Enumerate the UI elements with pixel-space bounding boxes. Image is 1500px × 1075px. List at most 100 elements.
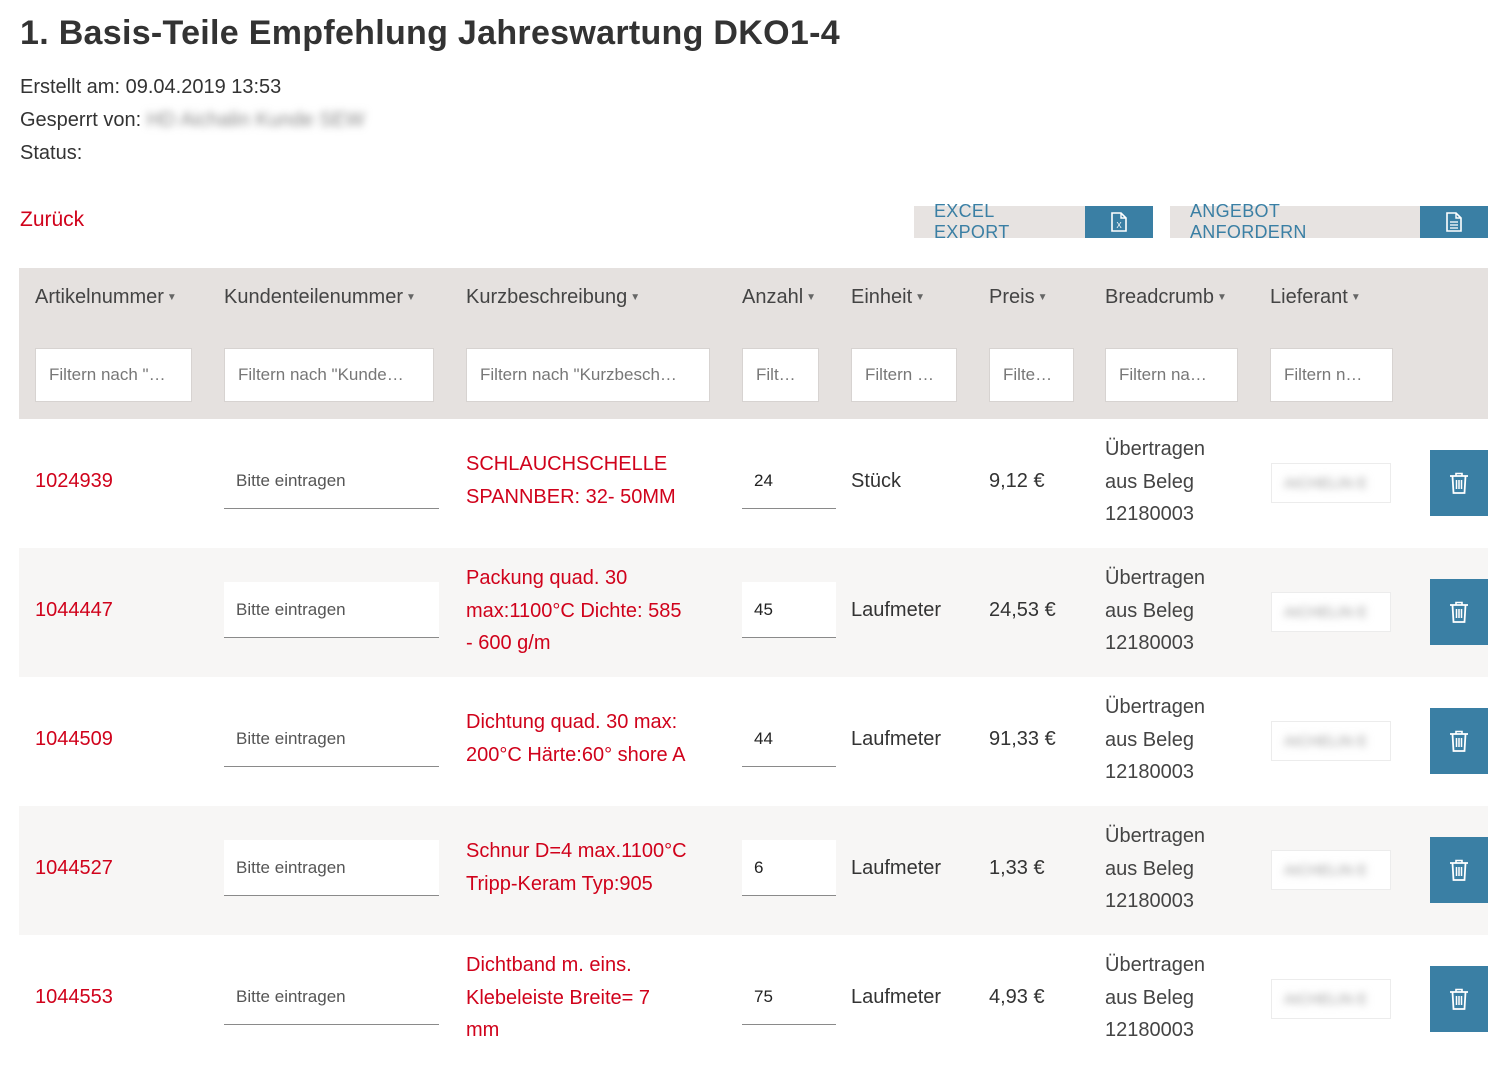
trash-icon (1450, 601, 1468, 623)
caret-down-icon: ▼ (630, 292, 641, 304)
unit-value: Laufmeter (851, 857, 942, 879)
breadcrumb-line: aus Beleg (1105, 857, 1194, 880)
short-description[interactable]: Dichtung quad. 30 max: 200°C Härte:60° s… (466, 706, 716, 771)
table-row: 1044447 Packung quad. 30 max:1100°C Dich… (19, 548, 1488, 677)
supplier-value: AICHELIN E (1284, 474, 1368, 492)
supplier-select[interactable]: AICHELIN E (1271, 721, 1391, 761)
supplier-select[interactable]: AICHELIN E (1271, 592, 1391, 632)
column-header-label: Kurzbeschreibung (466, 286, 628, 308)
column-header-label: Breadcrumb (1105, 286, 1214, 308)
filter-input-breadcrumb[interactable] (1105, 348, 1238, 402)
column-header-anzahl[interactable]: Anzahl ▼ (742, 286, 816, 309)
filter-input-artikelnummer[interactable] (35, 348, 192, 402)
caret-down-icon: ▼ (806, 292, 817, 304)
table-row: 1044509 Dichtung quad. 30 max: 200°C Här… (19, 677, 1488, 806)
article-number[interactable]: 1024939 (35, 470, 113, 493)
document-icon (1420, 206, 1488, 238)
quantity-input[interactable] (742, 453, 836, 509)
column-header-kurzbeschreibung[interactable]: Kurzbeschreibung ▼ (466, 286, 640, 309)
page-title: 1. Basis-Teile Empfehlung Jahreswartung … (20, 14, 840, 52)
column-header-kundenteilenummer[interactable]: Kundenteilenummer ▼ (224, 286, 416, 309)
customer-part-input[interactable] (224, 840, 439, 896)
quantity-input[interactable] (742, 969, 836, 1025)
status-line: Status: (20, 142, 82, 165)
created-value: 09.04.2019 13:53 (125, 76, 282, 98)
column-header-einheit[interactable]: Einheit ▼ (851, 286, 925, 309)
breadcrumb-line: 12180003 (1105, 1019, 1194, 1041)
breadcrumb-value: Übertragen aus Beleg 12180003 (1105, 433, 1245, 531)
breadcrumb-line: 12180003 (1105, 503, 1194, 525)
filter-input-anzahl[interactable] (742, 348, 819, 402)
article-number[interactable]: 1044447 (35, 599, 113, 622)
breadcrumb-line: Übertragen (1105, 567, 1206, 589)
short-description[interactable]: Packung quad. 30 max:1100°C Dichte: 585 … (466, 562, 716, 660)
unit-value: Stück (851, 470, 902, 492)
quantity-input[interactable] (742, 711, 836, 767)
trash-icon (1450, 859, 1468, 881)
short-description[interactable]: SCHLAUCHSCHELLE SPANNBER: 32- 50MM (466, 448, 716, 513)
filter-input-einheit[interactable] (851, 348, 957, 402)
column-header-breadcrumb[interactable]: Breadcrumb ▼ (1105, 286, 1227, 309)
status-label: Status: (20, 142, 83, 164)
supplier-select[interactable]: AICHELIN E (1271, 850, 1391, 890)
breadcrumb-line: aus Beleg (1105, 986, 1194, 1009)
caret-down-icon: ▼ (1350, 292, 1361, 304)
short-description[interactable]: Schnur D=4 max.1100°C Tripp-Keram Typ:90… (466, 835, 716, 900)
unit-value: Laufmeter (851, 599, 942, 621)
breadcrumb-value: Übertragen aus Beleg 12180003 (1105, 691, 1245, 789)
breadcrumb-line: aus Beleg (1105, 728, 1194, 751)
price-value: 4,93 € (989, 986, 1045, 1008)
back-link[interactable]: Zurück (20, 208, 84, 232)
description-line: SCHLAUCHSCHELLE (466, 453, 668, 475)
price-value: 9,12 € (989, 470, 1045, 492)
caret-down-icon: ▼ (166, 292, 177, 304)
delete-row-button[interactable] (1430, 579, 1488, 645)
supplier-value: AICHELIN E (1284, 990, 1368, 1008)
column-header-artikelnummer[interactable]: Artikelnummer ▼ (35, 286, 177, 309)
breadcrumb-line: 12180003 (1105, 632, 1194, 654)
column-header-preis[interactable]: Preis ▼ (989, 286, 1047, 309)
delete-row-button[interactable] (1430, 837, 1488, 903)
breadcrumb-value: Übertragen aus Beleg 12180003 (1105, 820, 1245, 918)
supplier-value: AICHELIN E (1284, 861, 1368, 879)
trash-icon (1450, 988, 1468, 1010)
delete-row-button[interactable] (1430, 450, 1488, 516)
supplier-select[interactable]: AICHELIN E (1271, 979, 1391, 1019)
description-line: Tripp-Keram Typ:905 (466, 872, 653, 895)
caret-down-icon: ▼ (406, 292, 416, 304)
caret-down-icon: ▼ (1037, 292, 1048, 304)
description-line: Packung quad. 30 (466, 567, 628, 589)
locked-label: Gesperrt von: (20, 109, 142, 131)
description-line: Dichtband m. eins. (466, 954, 632, 976)
breadcrumb-line: Übertragen (1105, 696, 1206, 718)
delete-row-button[interactable] (1430, 708, 1488, 774)
filter-input-kundenteilenummer[interactable] (224, 348, 434, 402)
excel-export-button[interactable]: EXCEL EXPORT X (914, 201, 1153, 242)
column-header-label: Anzahl (742, 286, 804, 308)
breadcrumb-line: 12180003 (1105, 890, 1194, 912)
request-offer-button[interactable]: ANGEBOT ANFORDERN (1170, 201, 1488, 242)
caret-down-icon: ▼ (1216, 292, 1227, 304)
quantity-input[interactable] (742, 582, 836, 638)
description-line: Schnur D=4 max.1100°C (466, 840, 687, 862)
breadcrumb-line: Übertragen (1105, 825, 1206, 847)
breadcrumb-line: aus Beleg (1105, 599, 1194, 622)
customer-part-input[interactable] (224, 582, 439, 638)
filter-input-kurzbeschreibung[interactable] (466, 348, 710, 402)
breadcrumb-line: 12180003 (1105, 761, 1194, 783)
filter-input-preis[interactable] (989, 348, 1074, 402)
short-description[interactable]: Dichtband m. eins. Klebeleiste Breite= 7… (466, 949, 716, 1047)
article-number[interactable]: 1044527 (35, 857, 113, 880)
delete-row-button[interactable] (1430, 966, 1488, 1032)
column-header-lieferant[interactable]: Lieferant ▼ (1270, 286, 1361, 309)
quantity-input[interactable] (742, 840, 836, 896)
customer-part-input[interactable] (224, 453, 439, 509)
filter-input-lieferant[interactable] (1270, 348, 1393, 402)
customer-part-input[interactable] (224, 711, 439, 767)
customer-part-input[interactable] (224, 969, 439, 1025)
description-line: 200°C Härte:60° shore A (466, 743, 686, 766)
supplier-select[interactable]: AICHELIN E (1271, 463, 1391, 503)
article-number[interactable]: 1044553 (35, 986, 113, 1009)
breadcrumb-line: Übertragen (1105, 438, 1206, 460)
article-number[interactable]: 1044509 (35, 728, 113, 751)
